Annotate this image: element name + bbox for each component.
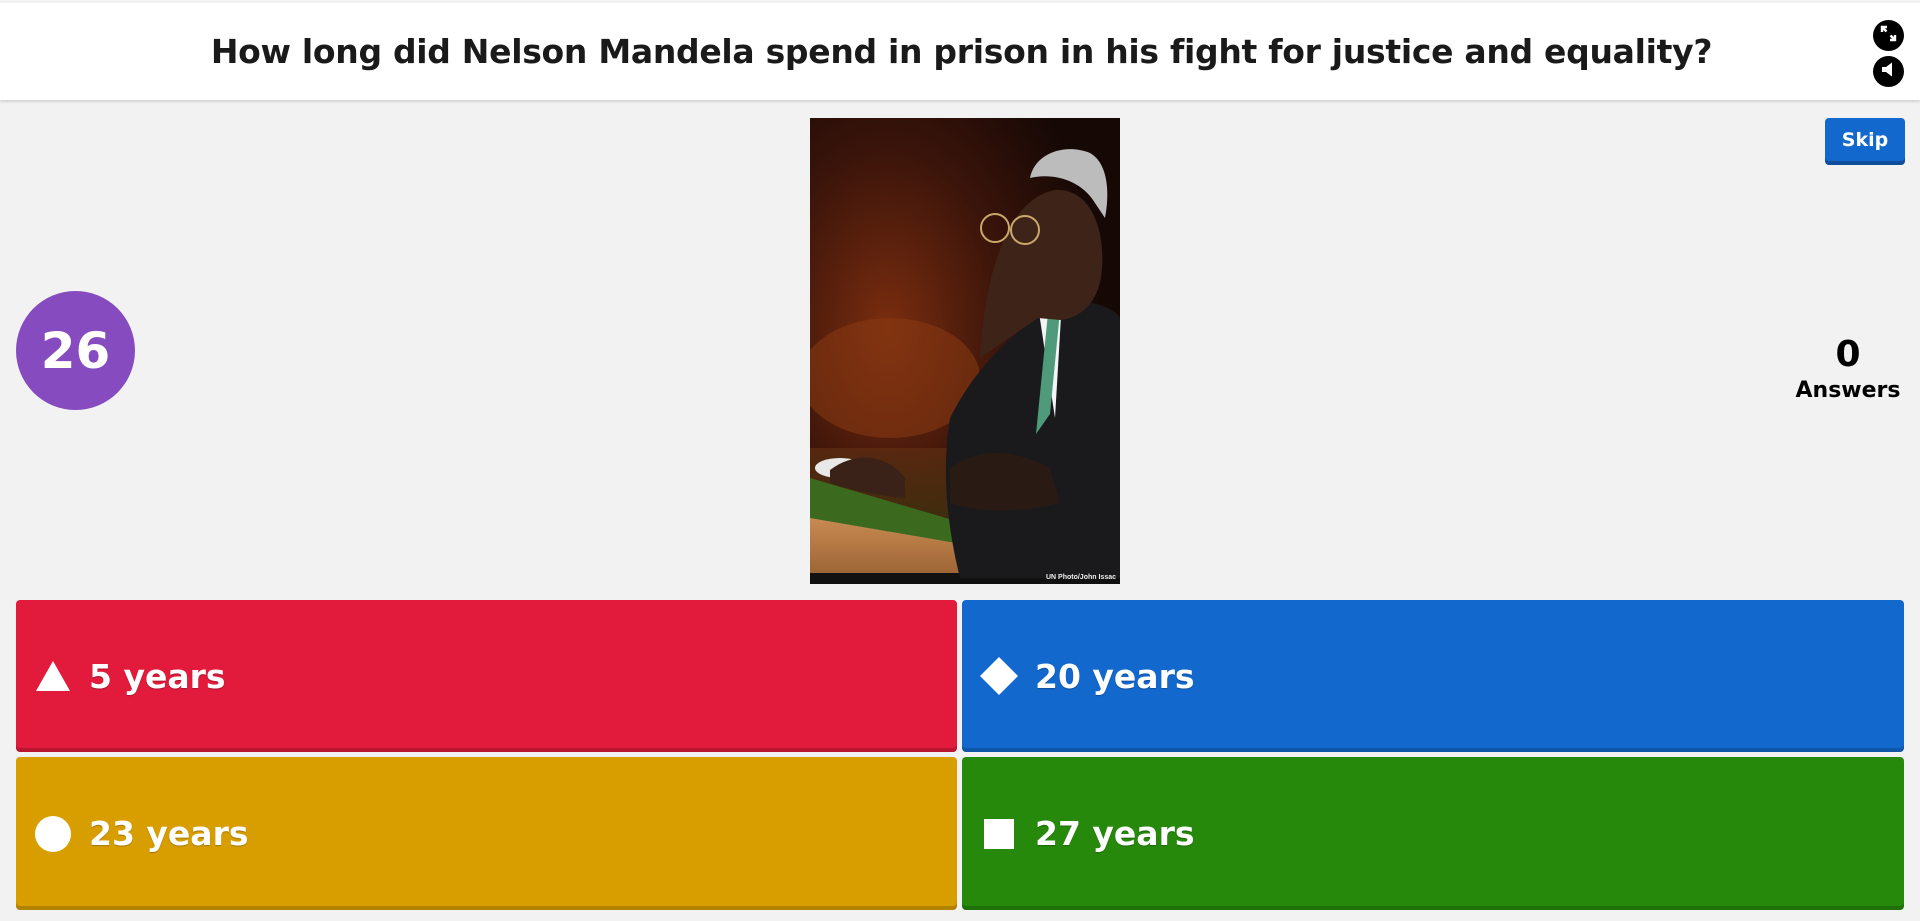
quiz-page: How long did Nelson Mandela spend in pri… — [0, 0, 1920, 921]
triangle-icon — [33, 656, 73, 696]
square-icon — [979, 814, 1019, 854]
mandela-photo — [810, 118, 1120, 584]
answer-option-2[interactable]: 20 years — [962, 600, 1904, 752]
answers-number: 0 — [1835, 334, 1861, 375]
answers-counter: 0 Answers — [1785, 332, 1911, 404]
photo-credit: UN Photo/John Issac — [1045, 574, 1116, 581]
answer-option-3[interactable]: 23 years — [16, 757, 957, 910]
countdown-timer: 26 — [16, 291, 135, 410]
sound-button[interactable] — [1873, 56, 1904, 87]
question-text: How long did Nelson Mandela spend in pri… — [210, 32, 1713, 71]
question-header: How long did Nelson Mandela spend in pri… — [0, 3, 1920, 100]
answer-text: 23 years — [89, 814, 249, 853]
fullscreen-button[interactable] — [1873, 20, 1904, 51]
fullscreen-icon — [1880, 25, 1897, 47]
circle-icon — [33, 814, 73, 854]
answer-option-1[interactable]: 5 years — [16, 600, 957, 752]
diamond-icon — [979, 656, 1019, 696]
timer-value: 26 — [40, 321, 111, 380]
answer-text: 27 years — [1035, 814, 1195, 853]
question-image: UN Photo/John Issac — [810, 118, 1120, 584]
answers-label: Answers — [1795, 378, 1901, 403]
answer-text: 5 years — [89, 656, 226, 696]
answer-text: 20 years — [1035, 656, 1195, 696]
skip-button[interactable]: Skip — [1825, 118, 1905, 165]
speaker-icon — [1880, 61, 1897, 83]
answer-option-4[interactable]: 27 years — [962, 757, 1904, 910]
